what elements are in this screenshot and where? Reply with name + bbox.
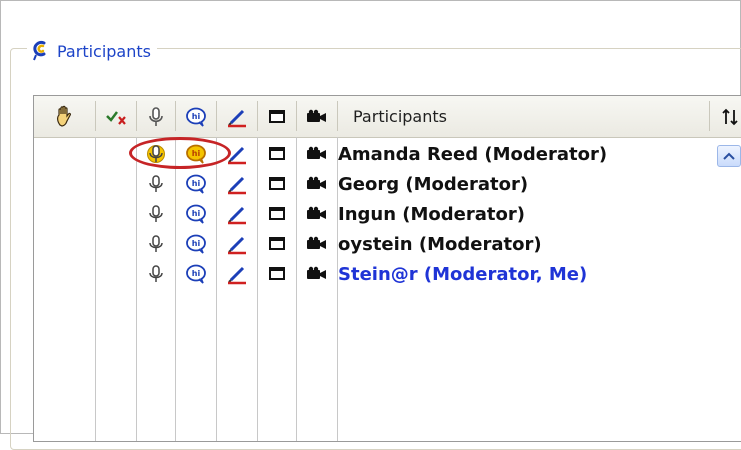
video-cell[interactable] (297, 259, 337, 289)
screen-icon (269, 147, 285, 160)
participants-column-header[interactable]: Participants (337, 96, 741, 137)
table-header: hi Participants (34, 96, 741, 138)
mic-cell[interactable] (137, 229, 175, 259)
chat-cell[interactable]: hi (176, 229, 216, 259)
participant-name[interactable]: Georg (Moderator) (338, 169, 528, 199)
scroll-up-button[interactable] (717, 145, 741, 167)
chevron-up-icon (723, 152, 735, 160)
video-cell[interactable] (297, 139, 337, 169)
screen-cell[interactable] (258, 229, 296, 259)
svg-text:hi: hi (192, 209, 201, 218)
video-camera-icon (307, 109, 326, 122)
video-camera-icon (307, 266, 326, 279)
panel-legend: Participants (27, 36, 157, 66)
pen-cell[interactable] (217, 259, 257, 289)
raise-hand-icon (56, 105, 71, 127)
microphone-icon (149, 205, 163, 222)
chat-cell[interactable]: hi (176, 199, 216, 229)
pen-icon (228, 176, 246, 195)
participant-name[interactable]: Ingun (Moderator) (338, 199, 525, 229)
microphone-icon (149, 175, 163, 192)
table-row[interactable]: hi Stein@r (Moderator, Me) (34, 259, 741, 289)
sort-icon (722, 108, 738, 125)
sort-column[interactable] (710, 96, 741, 137)
table-row[interactable]: hi Ingun (Moderator) (34, 199, 741, 229)
pen-cell[interactable] (217, 229, 257, 259)
highlight-ring (129, 137, 231, 169)
svg-text:hi: hi (192, 179, 201, 188)
video-column[interactable] (297, 96, 337, 137)
panel-title: Participants (57, 41, 151, 61)
video-cell[interactable] (297, 169, 337, 199)
chat-icon: hi (186, 204, 206, 224)
mic-cell[interactable] (137, 169, 175, 199)
pen-column[interactable] (217, 96, 257, 137)
chat-cell[interactable]: hi (176, 259, 216, 289)
mic-cell[interactable] (137, 199, 175, 229)
chat-column[interactable]: hi (176, 96, 216, 137)
screen-cell[interactable] (258, 169, 296, 199)
participant-name[interactable]: oystein (Moderator) (338, 229, 542, 259)
microphone-icon (149, 106, 163, 126)
microphone-icon (149, 235, 163, 252)
pen-cell[interactable] (217, 169, 257, 199)
svg-text:hi: hi (192, 269, 201, 278)
svg-text:hi: hi (192, 239, 201, 248)
table-row[interactable]: hi Georg (Moderator) (34, 169, 741, 199)
video-cell[interactable] (297, 199, 337, 229)
svg-text:hi: hi (192, 112, 201, 121)
pen-icon (228, 236, 246, 255)
screen-icon (269, 109, 285, 123)
video-camera-icon (307, 236, 326, 249)
chat-icon: hi (186, 264, 206, 284)
screen-icon (269, 237, 285, 250)
approve-deny-column[interactable] (96, 96, 136, 137)
screen-cell[interactable] (258, 199, 296, 229)
mic-cell[interactable] (137, 259, 175, 289)
microphone-column[interactable] (137, 96, 175, 137)
chat-icon: hi (186, 107, 206, 127)
pen-icon (228, 206, 246, 225)
video-camera-icon (307, 206, 326, 219)
chat-icon: hi (186, 234, 206, 254)
table-row[interactable]: hi oystein (Moderator) (34, 229, 741, 259)
participants-icon (31, 40, 51, 62)
screen-icon (269, 207, 285, 220)
video-cell[interactable] (297, 229, 337, 259)
raise-hand-column[interactable] (34, 96, 95, 137)
screen-column[interactable] (258, 96, 296, 137)
chat-icon: hi (186, 174, 206, 194)
pen-icon (228, 266, 246, 285)
chat-cell[interactable]: hi (176, 169, 216, 199)
approve-deny-icon (106, 110, 126, 125)
participant-name[interactable]: Stein@r (Moderator, Me) (338, 259, 587, 289)
screen-icon (269, 177, 285, 190)
video-camera-icon (307, 146, 326, 159)
microphone-icon (149, 265, 163, 282)
pen-cell[interactable] (217, 199, 257, 229)
screen-cell[interactable] (258, 259, 296, 289)
video-camera-icon (307, 176, 326, 189)
participant-name[interactable]: Amanda Reed (Moderator) (338, 139, 607, 169)
pen-icon (228, 109, 246, 127)
screen-cell[interactable] (258, 139, 296, 169)
screen-icon (269, 267, 285, 280)
